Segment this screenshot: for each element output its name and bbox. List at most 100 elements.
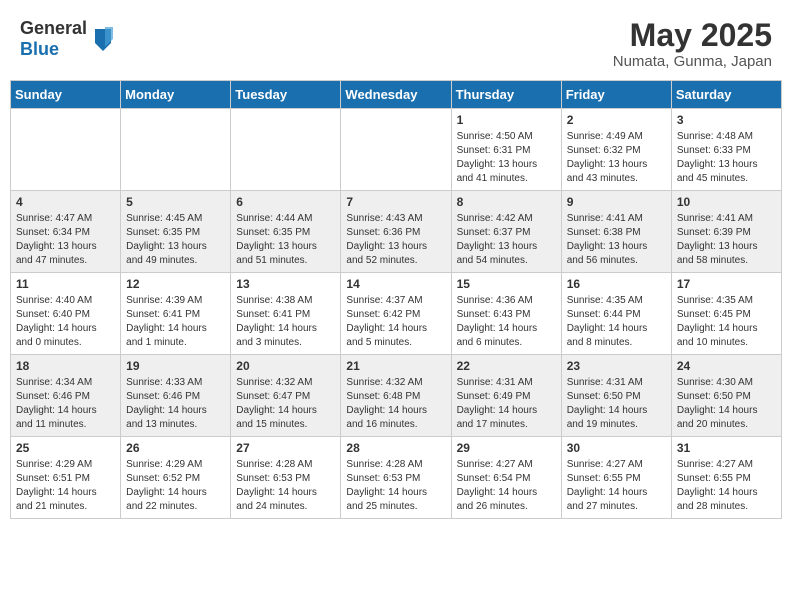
weekday-header-monday: Monday	[121, 81, 231, 109]
day-info: Sunrise: 4:47 AM Sunset: 6:34 PM Dayligh…	[16, 212, 115, 268]
day-number: 24	[677, 359, 776, 373]
location-title: Numata, Gunma, Japan	[613, 53, 772, 70]
day-number: 28	[346, 441, 445, 455]
logo-text: General Blue	[20, 18, 87, 60]
calendar-cell: 11 Sunrise: 4:40 AM Sunset: 6:40 PM Dayli…	[11, 273, 121, 355]
day-number: 23	[567, 359, 666, 373]
calendar-cell: 9 Sunrise: 4:41 AM Sunset: 6:38 PM Daylig…	[561, 191, 671, 273]
day-info: Sunrise: 4:50 AM Sunset: 6:31 PM Dayligh…	[457, 130, 556, 186]
calendar-cell: 7 Sunrise: 4:43 AM Sunset: 6:36 PM Daylig…	[341, 191, 451, 273]
calendar-cell: 23 Sunrise: 4:31 AM Sunset: 6:50 PM Dayli…	[561, 355, 671, 437]
day-number: 30	[567, 441, 666, 455]
calendar-table: SundayMondayTuesdayWednesdayThursdayFrid…	[10, 80, 782, 519]
day-number: 2	[567, 113, 666, 127]
day-number: 22	[457, 359, 556, 373]
weekday-header-tuesday: Tuesday	[231, 81, 341, 109]
calendar-week-5: 25 Sunrise: 4:29 AM Sunset: 6:51 PM Dayli…	[11, 437, 782, 519]
day-info: Sunrise: 4:29 AM Sunset: 6:51 PM Dayligh…	[16, 458, 115, 514]
day-number: 7	[346, 195, 445, 209]
weekday-header-thursday: Thursday	[451, 81, 561, 109]
day-number: 1	[457, 113, 556, 127]
day-info: Sunrise: 4:48 AM Sunset: 6:33 PM Dayligh…	[677, 130, 776, 186]
calendar-cell: 17 Sunrise: 4:35 AM Sunset: 6:45 PM Dayli…	[671, 273, 781, 355]
day-number: 9	[567, 195, 666, 209]
day-number: 18	[16, 359, 115, 373]
weekday-header-sunday: Sunday	[11, 81, 121, 109]
day-number: 20	[236, 359, 335, 373]
day-info: Sunrise: 4:42 AM Sunset: 6:37 PM Dayligh…	[457, 212, 556, 268]
day-number: 3	[677, 113, 776, 127]
calendar-cell: 13 Sunrise: 4:38 AM Sunset: 6:41 PM Dayli…	[231, 273, 341, 355]
day-info: Sunrise: 4:35 AM Sunset: 6:44 PM Dayligh…	[567, 294, 666, 350]
calendar-cell: 29 Sunrise: 4:27 AM Sunset: 6:54 PM Dayli…	[451, 437, 561, 519]
day-info: Sunrise: 4:41 AM Sunset: 6:39 PM Dayligh…	[677, 212, 776, 268]
day-number: 26	[126, 441, 225, 455]
day-number: 13	[236, 277, 335, 291]
day-number: 21	[346, 359, 445, 373]
day-info: Sunrise: 4:29 AM Sunset: 6:52 PM Dayligh…	[126, 458, 225, 514]
calendar-cell: 15 Sunrise: 4:36 AM Sunset: 6:43 PM Dayli…	[451, 273, 561, 355]
day-info: Sunrise: 4:38 AM Sunset: 6:41 PM Dayligh…	[236, 294, 335, 350]
day-number: 31	[677, 441, 776, 455]
day-info: Sunrise: 4:40 AM Sunset: 6:40 PM Dayligh…	[16, 294, 115, 350]
day-info: Sunrise: 4:37 AM Sunset: 6:42 PM Dayligh…	[346, 294, 445, 350]
day-info: Sunrise: 4:27 AM Sunset: 6:54 PM Dayligh…	[457, 458, 556, 514]
day-info: Sunrise: 4:27 AM Sunset: 6:55 PM Dayligh…	[567, 458, 666, 514]
logo-icon	[91, 25, 115, 53]
weekday-header-friday: Friday	[561, 81, 671, 109]
day-number: 17	[677, 277, 776, 291]
day-number: 4	[16, 195, 115, 209]
calendar-week-3: 11 Sunrise: 4:40 AM Sunset: 6:40 PM Dayli…	[11, 273, 782, 355]
day-info: Sunrise: 4:28 AM Sunset: 6:53 PM Dayligh…	[346, 458, 445, 514]
day-info: Sunrise: 4:31 AM Sunset: 6:50 PM Dayligh…	[567, 376, 666, 432]
day-info: Sunrise: 4:43 AM Sunset: 6:36 PM Dayligh…	[346, 212, 445, 268]
calendar-cell: 8Sunrise: 4:42 AM Sunset: 6:37 PM Daylig…	[451, 191, 561, 273]
calendar-cell: 30 Sunrise: 4:27 AM Sunset: 6:55 PM Dayli…	[561, 437, 671, 519]
calendar-cell: 2 Sunrise: 4:49 AM Sunset: 6:32 PM Daylig…	[561, 109, 671, 191]
day-number: 5	[126, 195, 225, 209]
calendar-cell: 28 Sunrise: 4:28 AM Sunset: 6:53 PM Dayli…	[341, 437, 451, 519]
day-number: 29	[457, 441, 556, 455]
month-title: May 2025	[613, 18, 772, 53]
logo-general: General	[20, 18, 87, 38]
calendar-cell: 21 Sunrise: 4:32 AM Sunset: 6:48 PM Dayli…	[341, 355, 451, 437]
day-info: Sunrise: 4:36 AM Sunset: 6:43 PM Dayligh…	[457, 294, 556, 350]
day-number: 16	[567, 277, 666, 291]
day-number: 19	[126, 359, 225, 373]
day-info: Sunrise: 4:35 AM Sunset: 6:45 PM Dayligh…	[677, 294, 776, 350]
day-info: Sunrise: 4:41 AM Sunset: 6:38 PM Dayligh…	[567, 212, 666, 268]
day-number: 14	[346, 277, 445, 291]
calendar-cell: 31 Sunrise: 4:27 AM Sunset: 6:55 PM Dayli…	[671, 437, 781, 519]
calendar-cell	[11, 109, 121, 191]
calendar-cell: 18Sunrise: 4:34 AM Sunset: 6:46 PM Dayli…	[11, 355, 121, 437]
calendar-cell: 20Sunrise: 4:32 AM Sunset: 6:47 PM Dayli…	[231, 355, 341, 437]
day-number: 15	[457, 277, 556, 291]
day-info: Sunrise: 4:45 AM Sunset: 6:35 PM Dayligh…	[126, 212, 225, 268]
calendar-cell	[341, 109, 451, 191]
calendar-week-1: 1 Sunrise: 4:50 AM Sunset: 6:31 PM Daylig…	[11, 109, 782, 191]
calendar-cell	[231, 109, 341, 191]
calendar-cell	[121, 109, 231, 191]
calendar-cell: 12Sunrise: 4:39 AM Sunset: 6:41 PM Dayli…	[121, 273, 231, 355]
day-info: Sunrise: 4:32 AM Sunset: 6:48 PM Dayligh…	[346, 376, 445, 432]
logo-blue: Blue	[20, 39, 59, 59]
calendar-cell: 4 Sunrise: 4:47 AM Sunset: 6:34 PM Daylig…	[11, 191, 121, 273]
calendar-cell: 22Sunrise: 4:31 AM Sunset: 6:49 PM Dayli…	[451, 355, 561, 437]
day-info: Sunrise: 4:39 AM Sunset: 6:41 PM Dayligh…	[126, 294, 225, 350]
day-number: 10	[677, 195, 776, 209]
title-area: May 2025 Numata, Gunma, Japan	[613, 18, 772, 70]
day-number: 25	[16, 441, 115, 455]
day-info: Sunrise: 4:33 AM Sunset: 6:46 PM Dayligh…	[126, 376, 225, 432]
calendar-cell: 1 Sunrise: 4:50 AM Sunset: 6:31 PM Daylig…	[451, 109, 561, 191]
day-info: Sunrise: 4:30 AM Sunset: 6:50 PM Dayligh…	[677, 376, 776, 432]
calendar-cell: 24 Sunrise: 4:30 AM Sunset: 6:50 PM Dayli…	[671, 355, 781, 437]
day-info: Sunrise: 4:49 AM Sunset: 6:32 PM Dayligh…	[567, 130, 666, 186]
calendar-cell: 19 Sunrise: 4:33 AM Sunset: 6:46 PM Dayli…	[121, 355, 231, 437]
calendar-cell: 26 Sunrise: 4:29 AM Sunset: 6:52 PM Dayli…	[121, 437, 231, 519]
day-number: 6	[236, 195, 335, 209]
calendar-cell: 5 Sunrise: 4:45 AM Sunset: 6:35 PM Daylig…	[121, 191, 231, 273]
day-number: 11	[16, 277, 115, 291]
calendar-cell: 10 Sunrise: 4:41 AM Sunset: 6:39 PM Dayli…	[671, 191, 781, 273]
day-info: Sunrise: 4:44 AM Sunset: 6:35 PM Dayligh…	[236, 212, 335, 268]
day-info: Sunrise: 4:27 AM Sunset: 6:55 PM Dayligh…	[677, 458, 776, 514]
